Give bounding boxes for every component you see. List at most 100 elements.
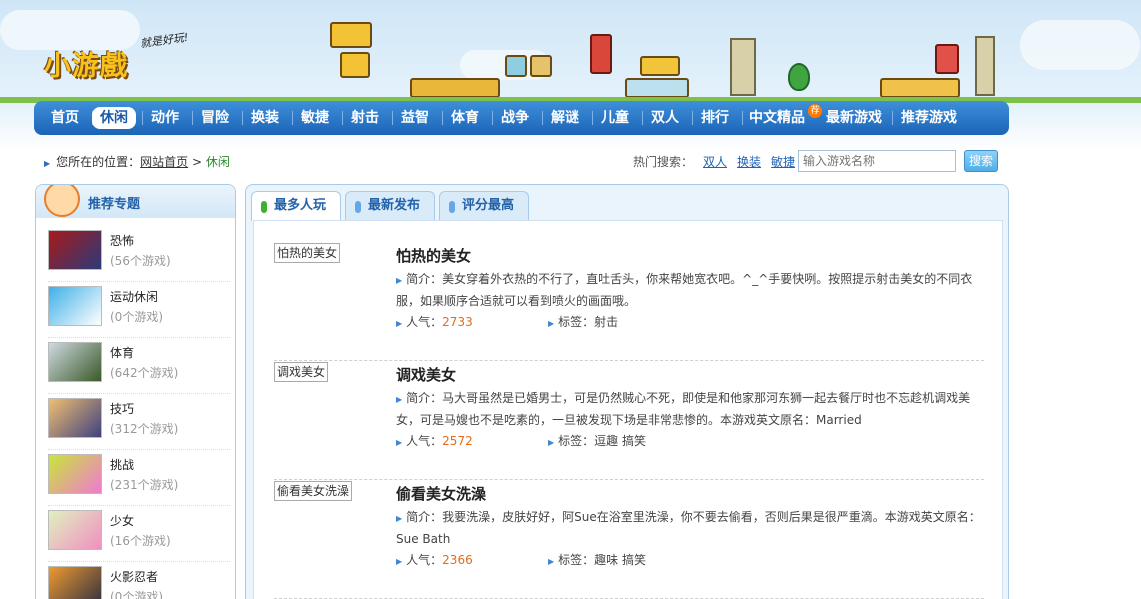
topic-thumbnail[interactable] [48,286,102,326]
nav-item-agility[interactable]: 敏捷 [292,107,338,129]
nav-item-adventure[interactable]: 冒险 [192,107,238,129]
topic-name[interactable]: 挑战 [110,456,134,473]
game-title[interactable]: 调戏美女 [396,364,456,385]
nav-item-two-player[interactable]: 双人 [642,107,688,129]
main-nav: 首页 休闲 动作 冒险 换装 敏捷 射击 益智 体育 战争 解谜 儿童 双人 排… [34,101,1009,135]
game-thumbnail[interactable]: 怕热的美女 [274,243,341,263]
tab-newest[interactable]: 最新发布 [345,191,435,220]
breadcrumb-current: 休闲 [205,155,230,169]
desc-text: 美女穿着外衣热的不行了，直吐舌头，你来帮她宽衣吧。^_^手要快咧。按照提示射击美… [396,272,973,308]
nav-item-kids[interactable]: 儿童 [592,107,638,129]
sidebar-item[interactable]: 挑战 (231个游戏) [48,450,230,506]
hot-search-link[interactable]: 敏捷 [771,155,795,169]
topic-name[interactable]: 恐怖 [110,232,134,249]
tab-label: 评分最高 [462,198,515,213]
game-popularity: ▶ 人气：2572 [396,432,473,449]
nav-item-riddle[interactable]: 解谜 [542,107,588,129]
bullet-icon: ▶ [396,557,403,566]
desc-label: 简介： [406,391,443,405]
nav-item-sports[interactable]: 体育 [442,107,488,129]
topic-thumbnail[interactable] [48,510,102,550]
nav-item-war[interactable]: 战争 [492,107,538,129]
sidebar-item[interactable]: 少女 (16个游戏) [48,506,230,562]
game-title[interactable]: 偷看美女洗澡 [396,483,486,504]
game-list-item: 调戏美女 调戏美女 ▶ 简介：马大哥虽然是已婚男士，可是仍然贼心不死，即使是和他家… [274,362,984,480]
desc-text: 马大哥虽然是已婚男士，可是仍然贼心不死，即使是和他家那河东狮一起去餐厅时也不忘趁… [396,391,971,427]
breadcrumb-home-link[interactable]: 网站首页 [140,155,188,169]
bullet-icon: ▶ [396,319,403,328]
topic-name[interactable]: 火影忍者 [110,568,158,585]
nav-item-recommended-games[interactable]: 推荐游戏 [894,107,964,129]
sidebar-item[interactable]: 运动休闲 (0个游戏) [48,282,230,338]
nav-item-ranking[interactable]: 排行 [692,107,738,129]
game-description: ▶ 简介：马大哥虽然是已婚男士，可是仍然贼心不死，即使是和他家那河东狮一起去餐厅时… [396,388,981,430]
search-button[interactable]: 搜索 [964,150,998,172]
topic-thumbnail[interactable] [48,342,102,382]
tab-dot-icon [449,201,455,213]
topic-thumbnail[interactable] [48,230,102,270]
popularity-value: 2572 [442,434,473,448]
bullet-icon: ▶ [396,276,403,285]
search-input[interactable] [798,150,956,172]
nav-item-action[interactable]: 动作 [142,107,188,129]
topic-count: (0个游戏) [110,310,163,324]
hot-search-link[interactable]: 双人 [703,155,727,169]
topic-count: (56个游戏) [110,254,171,268]
arrow-icon: ▶ [44,159,51,168]
nav-item-puzzle[interactable]: 益智 [392,107,438,129]
hot-search-label: 热门搜索： [633,155,694,169]
topic-thumbnail[interactable] [48,454,102,494]
nav-item-chinese-premium[interactable]: 中文精品 [744,107,810,129]
topic-count: (0个游戏) [110,590,163,599]
tags-value[interactable]: 射击 [594,315,618,329]
nav-item-shooting[interactable]: 射击 [342,107,388,129]
game-thumbnail[interactable]: 偷看美女洗澡 [274,481,353,501]
topic-name[interactable]: 运动休闲 [110,288,158,305]
topic-name[interactable]: 少女 [110,512,134,529]
hot-search-link[interactable]: 换装 [737,155,761,169]
desc-text: 我要洗澡，皮肤好好，阿Sue在浴室里洗澡，你不要去偷看，否则后果是很严重滴。本游… [396,510,981,546]
game-list-item: 偷看美女洗澡 偷看美女洗澡 ▶ 简介：我要洗澡，皮肤好好，阿Sue在浴室里洗澡，你… [274,481,984,599]
game-tags: ▶ 标签：射击 [548,313,618,330]
topic-name[interactable]: 体育 [110,344,134,361]
sidebar-item[interactable]: 体育 (642个游戏) [48,338,230,394]
game-list-panel: 最多人玩 最新发布 评分最高 怕热的美女 怕热的美女 ▶ 简介：美女穿着外衣热的不… [245,184,1009,599]
mascot-icon [44,185,80,217]
popularity-label: 人气： [406,553,443,567]
tags-label: 标签： [558,434,595,448]
bullet-icon: ▶ [548,438,555,447]
game-thumbnail[interactable]: 调戏美女 [274,362,329,382]
bullet-icon: ▶ [396,438,403,447]
game-popularity: ▶ 人气：2366 [396,551,473,568]
topic-count: (16个游戏) [110,534,171,548]
site-slogan: 就是好玩! [139,30,190,51]
nav-item-dressup[interactable]: 换装 [242,107,288,129]
sidebar-header: 推荐专题 [36,185,235,218]
tags-value[interactable]: 趣味 搞笑 [594,553,646,567]
game-title[interactable]: 怕热的美女 [396,245,471,266]
nav-item-new-games[interactable]: 最新游戏 [820,107,888,129]
breadcrumb: ▶ 您所在的位置：网站首页 > 休闲 [44,153,230,170]
nav-item-leisure[interactable]: 休闲 [92,107,136,129]
bullet-icon: ▶ [548,557,555,566]
desc-label: 简介： [406,272,443,286]
site-logo[interactable]: 小游戲 [44,44,128,83]
game-description: ▶ 简介：我要洗澡，皮肤好好，阿Sue在浴室里洗澡，你不要去偷看，否则后果是很严重… [396,507,981,549]
nav-item-home[interactable]: 首页 [42,107,88,129]
tags-value[interactable]: 逗趣 搞笑 [594,434,646,448]
bullet-icon: ▶ [396,514,403,523]
game-list-item: 怕热的美女 怕热的美女 ▶ 简介：美女穿着外衣热的不行了，直吐舌头，你来帮她宽衣吧… [274,243,984,361]
desc-label: 简介： [406,510,443,524]
game-list: 怕热的美女 怕热的美女 ▶ 简介：美女穿着外衣热的不行了，直吐舌头，你来帮她宽衣吧… [253,220,1003,599]
topic-count: (312个游戏) [110,422,179,436]
topic-thumbnail[interactable] [48,566,102,599]
game-tags: ▶ 标签：逗趣 搞笑 [548,432,646,449]
sidebar-item[interactable]: 火影忍者 (0个游戏) [48,562,230,599]
sidebar-item[interactable]: 恐怖 (56个游戏) [48,226,230,282]
tags-label: 标签： [558,315,595,329]
tab-top-rated[interactable]: 评分最高 [439,191,529,220]
tab-most-played[interactable]: 最多人玩 [251,191,341,221]
sidebar-item[interactable]: 技巧 (312个游戏) [48,394,230,450]
topic-thumbnail[interactable] [48,398,102,438]
topic-name[interactable]: 技巧 [110,400,134,417]
